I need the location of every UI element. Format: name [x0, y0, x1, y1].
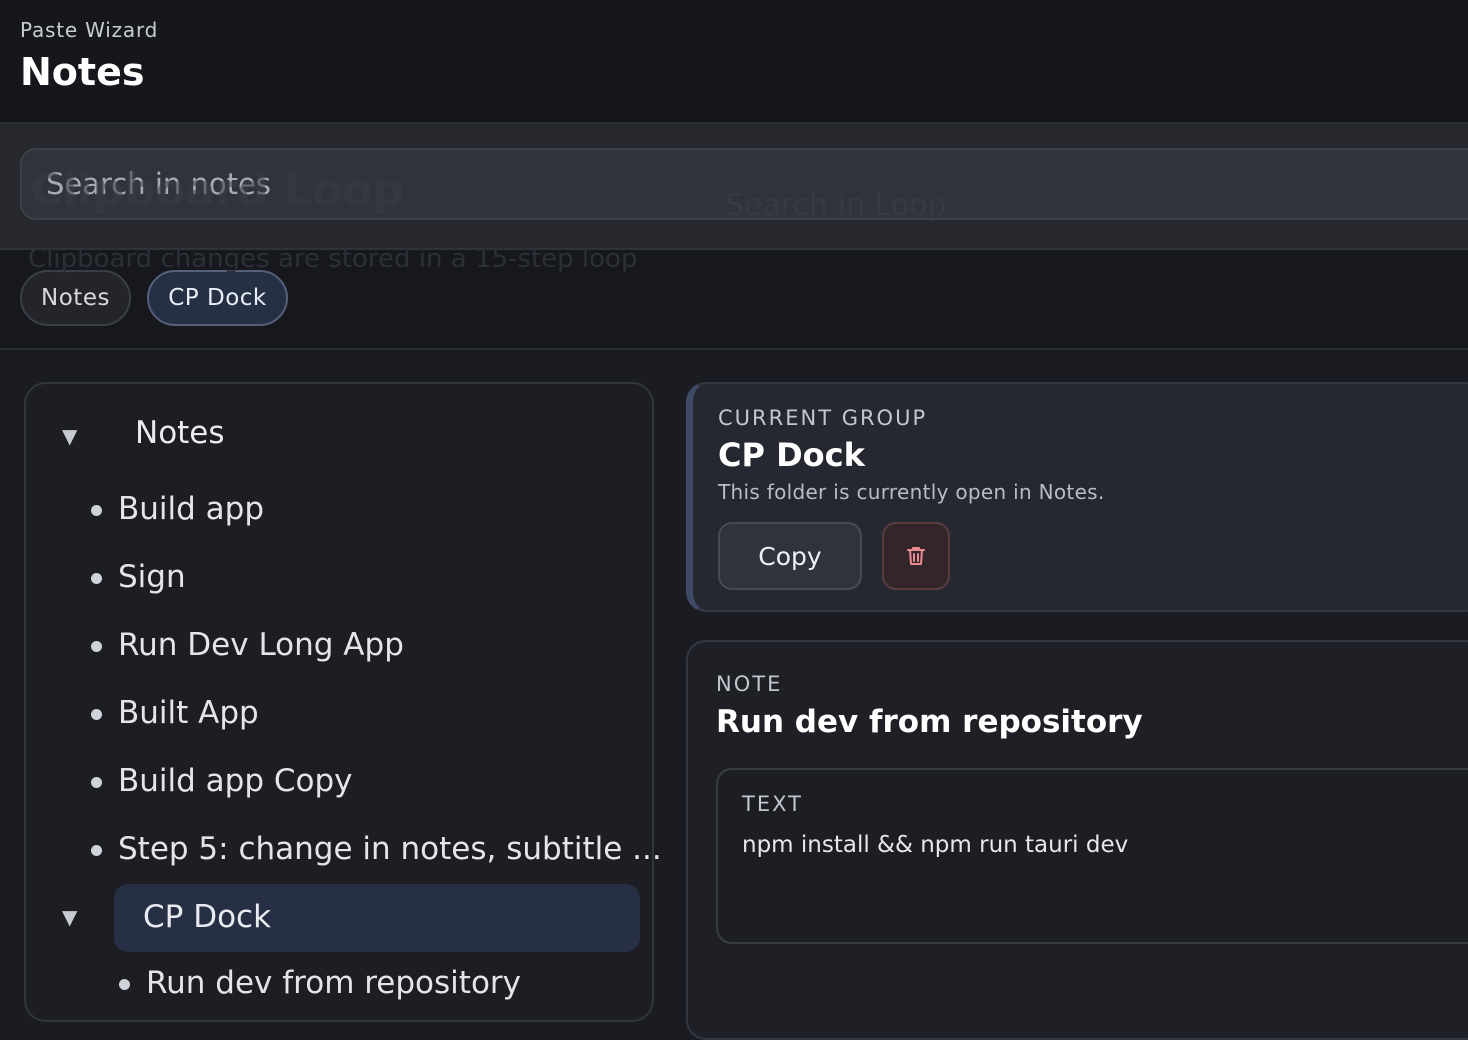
chip-cp-dock[interactable]: CP Dock — [147, 270, 288, 326]
app-header: Paste Wizard Notes — [0, 0, 1468, 124]
current-group-description: This folder is currently open in Notes. — [718, 480, 1105, 504]
bullet-icon — [91, 641, 102, 652]
search-input[interactable] — [20, 148, 1468, 220]
caret-down-icon[interactable]: ▼ — [62, 424, 77, 448]
current-group-name: CP Dock — [718, 436, 865, 474]
copy-button[interactable]: Copy — [718, 522, 862, 590]
bullet-icon — [119, 979, 130, 990]
app-name: Paste Wizard — [20, 18, 159, 42]
tree-group-notes[interactable]: Notes — [135, 415, 225, 451]
tree-item[interactable]: Built App — [118, 695, 259, 731]
bullet-icon — [91, 573, 102, 584]
note-eyebrow: NOTE — [716, 672, 783, 696]
note-text-content[interactable]: npm install && npm run tauri dev — [742, 832, 1128, 858]
caret-down-icon[interactable]: ▼ — [62, 905, 77, 929]
text-label: TEXT — [742, 792, 803, 816]
current-group-eyebrow: CURRENT GROUP — [718, 406, 928, 430]
delete-button[interactable] — [882, 522, 950, 590]
trash-icon — [907, 547, 925, 565]
bullet-icon — [91, 505, 102, 516]
tree-item[interactable]: Run Dev Long App — [118, 627, 404, 663]
chip-notes[interactable]: Notes — [20, 270, 131, 326]
tree-item[interactable]: Build app — [118, 491, 264, 527]
tree-item[interactable]: Step 5: change in notes, subtitle ... — [118, 831, 662, 867]
page-title: Notes — [20, 50, 145, 94]
note-title: Run dev from repository — [716, 704, 1143, 740]
search-bar-area — [0, 124, 1468, 250]
tree-item[interactable]: Build app Copy — [118, 763, 353, 799]
bullet-icon — [91, 845, 102, 856]
tree-group-cp-dock[interactable]: CP Dock — [143, 899, 271, 935]
bullet-icon — [91, 709, 102, 720]
group-chips: Notes CP Dock — [0, 250, 1468, 350]
tree-item[interactable]: Sign — [118, 559, 186, 595]
bullet-icon — [91, 777, 102, 788]
tree-item[interactable]: Run dev from repository — [146, 965, 521, 1001]
